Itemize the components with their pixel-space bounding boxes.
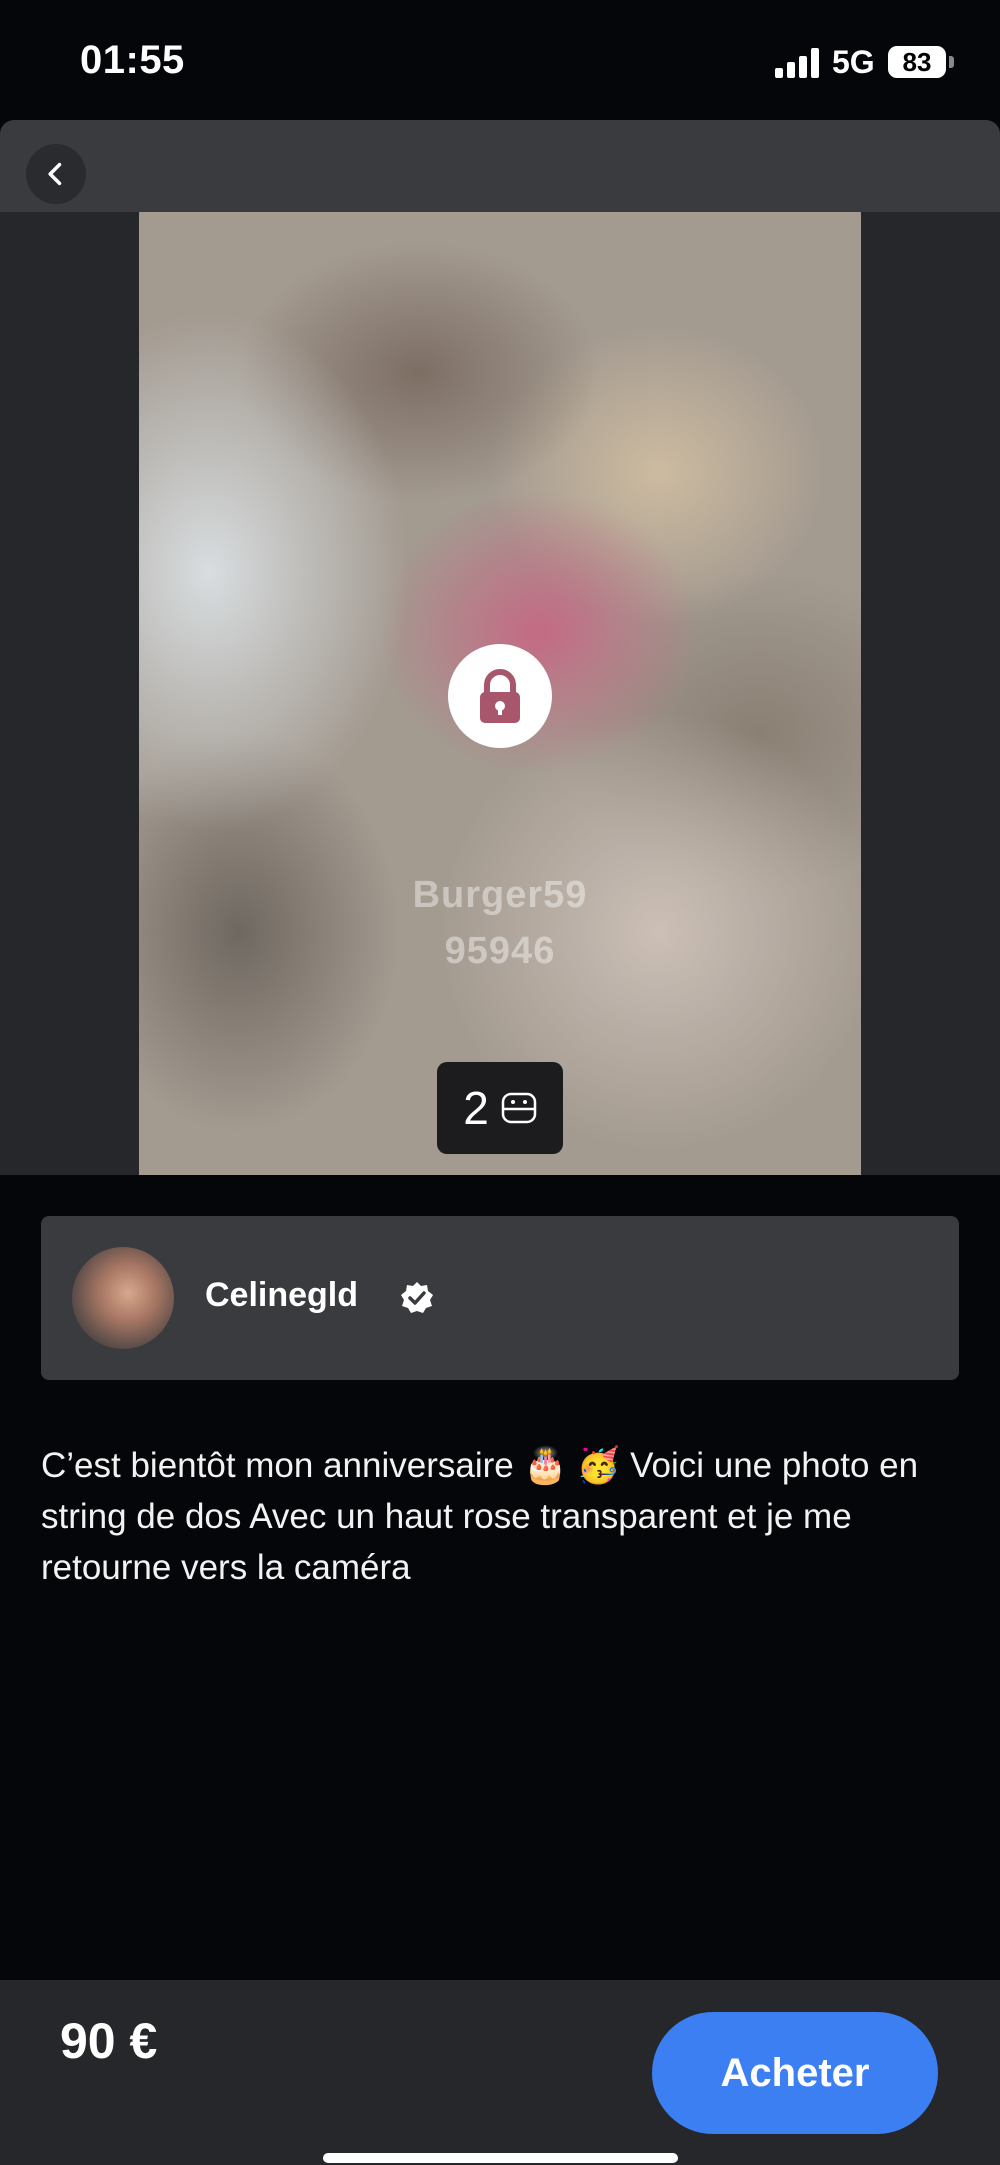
avatar[interactable] [72, 1247, 174, 1349]
buy-button[interactable]: Acheter [652, 2012, 938, 2134]
price-label: 90 € [60, 2013, 158, 2069]
verified-badge-icon [401, 1282, 433, 1313]
chevron-left-icon [48, 162, 62, 186]
creator-name[interactable]: Celinegld [205, 1276, 358, 1315]
purchase-bar: 90 € Acheter [0, 1980, 1000, 2165]
post-description: C’est bientôt mon anniversaire 🎂 🥳 Voici… [41, 1446, 919, 1587]
watermark-username: Burger59 [412, 874, 588, 916]
media-count-badge: 2 [437, 1062, 563, 1154]
watermark-id: 95946 [444, 930, 556, 972]
back-button[interactable] [26, 144, 86, 204]
battery-nub [949, 56, 954, 68]
status-time: 01:55 [80, 38, 185, 82]
home-indicator [323, 2153, 678, 2163]
media-count: 2 [463, 1082, 489, 1134]
battery-icon: 83 [888, 46, 946, 78]
lock-icon [480, 669, 520, 723]
creator-card[interactable]: Celinegld [41, 1216, 959, 1380]
status-bar: 01:55 5G 83 [0, 0, 1000, 120]
unlock-button[interactable] [448, 644, 552, 748]
network-type: 5G [832, 44, 875, 80]
photo-stack-icon [501, 1092, 537, 1124]
top-nav [0, 120, 1000, 212]
signal-icon [775, 48, 819, 78]
